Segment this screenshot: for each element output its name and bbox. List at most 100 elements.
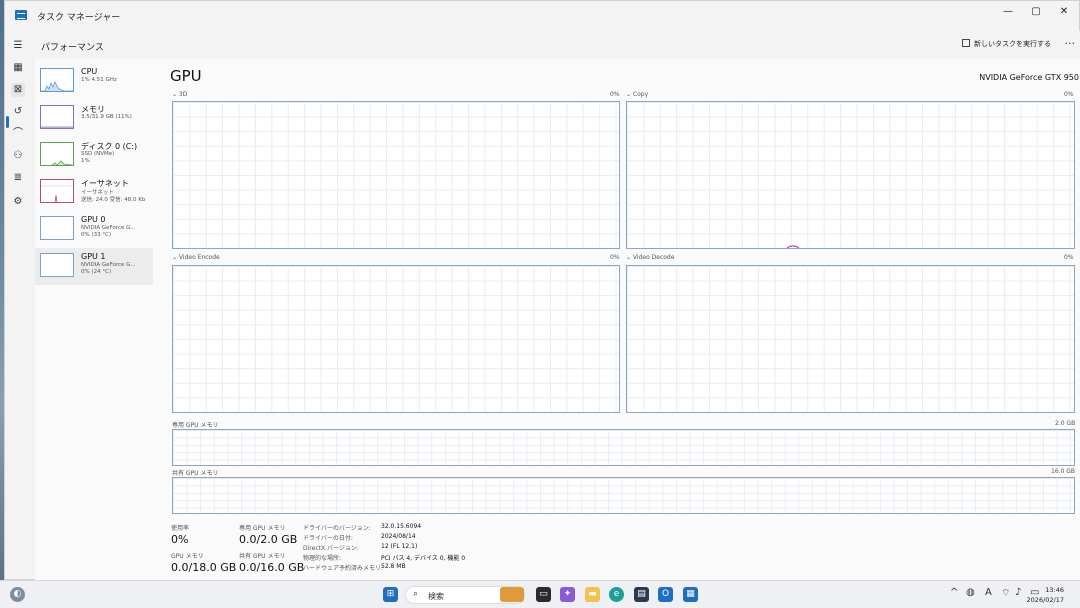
disk-thumbnail-graph: [40, 142, 74, 166]
ime-indicator[interactable]: A: [985, 587, 992, 598]
shared-memory-graph: [172, 477, 1075, 514]
gpu-stats: 使用率 0% GPU メモリ 0.0/18.0 GB 専用 GPU メモリ 0.…: [170, 523, 1080, 581]
task-manager-icon: [15, 10, 27, 20]
new-task-icon: [962, 39, 970, 47]
driver-date-label: ドライバーの日付:: [303, 535, 353, 542]
page-title: パフォーマンス: [41, 43, 104, 53]
location-label: 物理的な場所:: [303, 555, 342, 562]
device-ethernet[interactable]: イーサネット イーサネット 送信: 24.0 受信: 48.0 Kb: [35, 174, 153, 211]
device-name: CPU: [81, 67, 98, 76]
ethernet-thumbnail-graph: [40, 179, 74, 203]
device-detail: 3.5/31.9 GB (11%): [81, 114, 132, 120]
task-manager-taskbar-icon[interactable]: ▦: [683, 587, 698, 602]
edge-browser-icon[interactable]: e: [609, 587, 624, 602]
device-detail-2: 1%: [81, 158, 90, 164]
performance-icon[interactable]: ⊠: [11, 83, 25, 97]
cpu-thumbnail-graph: [40, 68, 74, 92]
graph-video-decode: [626, 265, 1075, 413]
volume-icon[interactable]: ♪: [1015, 587, 1021, 598]
graph-label-copy[interactable]: ⌄ Copy: [626, 91, 648, 98]
nav-rail: ☰ ▦ ⊠ ↺ ⌒ ⚇ ≣ ⚙: [5, 31, 31, 581]
device-detail-2: 0% (24 °C): [81, 269, 112, 275]
widgets-icon[interactable]: ◐: [10, 587, 25, 602]
clock-date: 2026/02/17: [1026, 596, 1064, 604]
device-detail: 1% 4.51 GHz: [81, 77, 117, 83]
task-manager-window: タスク マネージャー — ▢ ✕ ☰ ▦ ⊠ ↺ ⌒ ⚇ ≣ ⚙ パフォーマンス…: [4, 0, 1080, 581]
dedicated-memory-label: 専用 GPU メモリ: [172, 422, 219, 429]
reserved-memory-label: ハードウェア予約済みメモリ:: [303, 565, 384, 572]
window-title: タスク マネージャー: [37, 13, 121, 23]
location-value: PCI バス 4, デバイス 0, 機能 0: [381, 555, 466, 562]
shared-memory-max: 16.0 GB: [1051, 468, 1076, 475]
startup-apps-icon[interactable]: ⌒: [11, 127, 25, 141]
more-options-button[interactable]: ···: [1065, 37, 1076, 50]
device-cpu[interactable]: CPU 1% 4.51 GHz: [35, 63, 153, 100]
driver-version-value: 32.0.15.6094: [381, 523, 422, 530]
shared-memory-label: 共有 GPU メモリ: [172, 470, 219, 477]
users-icon[interactable]: ⚇: [11, 149, 25, 163]
show-hidden-icons-icon[interactable]: ^: [950, 587, 958, 598]
performance-content: CPU 1% 4.51 GHz メモリ 3.5/31.9 GB (11%) ディ…: [35, 59, 1080, 581]
gpu-detail-panel: GPU NVIDIA GeForce GTX 950 ⌄ 3D 0% ⌄ Cop…: [169, 59, 1079, 581]
device-memory[interactable]: メモリ 3.5/31.9 GB (11%): [35, 100, 153, 137]
device-detail: NVIDIA GeForce G...: [81, 262, 136, 268]
driver-date-value: 2024/08/14: [381, 533, 416, 540]
gpu0-thumbnail-graph: [40, 216, 74, 240]
copy-activity-blip: [786, 245, 800, 249]
file-explorer-icon[interactable]: ▬: [585, 587, 600, 602]
device-list: CPU 1% 4.51 GHz メモリ 3.5/31.9 GB (11%) ディ…: [35, 63, 153, 285]
device-detail-2: 送信: 24.0 受信: 48.0 Kb: [81, 197, 146, 203]
details-icon[interactable]: ≣: [11, 171, 25, 185]
minimize-button[interactable]: —: [995, 3, 1021, 21]
store-icon[interactable]: ▤: [634, 587, 649, 602]
close-button[interactable]: ✕: [1051, 3, 1077, 21]
dedicated-memory-max: 2.0 GB: [1055, 420, 1076, 427]
device-gpu-0[interactable]: GPU 0 NVIDIA GeForce G... 0% (33 °C): [35, 211, 153, 248]
services-icon[interactable]: ⚙: [11, 195, 25, 209]
graph-3d: [172, 101, 620, 249]
device-detail: SSD (NVMe): [81, 151, 115, 157]
device-disk[interactable]: ディスク 0 (C:) SSD (NVMe) 1%: [35, 137, 153, 174]
shared-value: 0.0/16.0 GB: [239, 561, 305, 574]
reserved-memory-value: 52.8 MB: [381, 563, 406, 570]
search-highlight-icon[interactable]: [500, 587, 524, 602]
wifi-icon[interactable]: ⌔: [1001, 587, 1010, 600]
taskbar-clock[interactable]: 13:46 2026/02/17: [1027, 585, 1064, 605]
network-status-icon[interactable]: ◍: [966, 587, 975, 598]
gpu-heading: GPU: [170, 67, 202, 85]
search-label: 検索: [428, 592, 444, 601]
copilot-icon[interactable]: ✦: [560, 587, 575, 602]
app-history-icon[interactable]: ↺: [11, 105, 25, 119]
clock-time: 13:46: [1045, 586, 1064, 594]
graph-max-video-decode: 0%: [1064, 254, 1074, 261]
memory-thumbnail-graph: [40, 105, 74, 129]
directx-label: DirectX バージョン:: [303, 545, 359, 552]
shared-label: 共有 GPU メモリ: [239, 553, 286, 560]
graph-label-3d[interactable]: ⌄ 3D: [172, 91, 187, 98]
driver-version-label: ドライバーのバージョン:: [303, 525, 371, 532]
page-header: パフォーマンス 新しいタスクを実行する ···: [31, 31, 1080, 59]
new-task-button[interactable]: 新しいタスクを実行する: [962, 39, 1051, 49]
dedicated-label: 専用 GPU メモリ: [239, 525, 286, 532]
dedicated-memory-graph: [172, 429, 1075, 466]
usage-label: 使用率: [171, 525, 190, 532]
graph-max-video-encode: 0%: [610, 254, 620, 261]
gpu-memory-value: 0.0/18.0 GB: [171, 561, 237, 574]
device-detail-2: 0% (33 °C): [81, 232, 112, 238]
search-icon: ⌕: [413, 589, 419, 599]
processes-icon[interactable]: ▦: [11, 61, 25, 75]
title-bar: タスク マネージャー — ▢ ✕: [5, 1, 1079, 31]
gpu-model-name: NVIDIA GeForce GTX 950: [979, 73, 1079, 82]
usage-value: 0%: [171, 533, 189, 546]
device-gpu-1[interactable]: GPU 1 NVIDIA GeForce G... 0% (24 °C): [35, 248, 153, 285]
graph-label-video-encode[interactable]: ⌄ Video Encode: [172, 254, 220, 261]
graph-label-video-decode[interactable]: ⌄ Video Decode: [626, 254, 674, 261]
task-view-icon[interactable]: ▭: [536, 587, 551, 602]
outlook-icon[interactable]: O: [658, 587, 673, 602]
graph-video-encode: [172, 265, 620, 413]
start-button-icon[interactable]: ⊞: [383, 587, 398, 602]
maximize-button[interactable]: ▢: [1023, 3, 1049, 21]
directx-value: 12 (FL 12.1): [381, 543, 418, 550]
graph-max-3d: 0%: [610, 91, 620, 98]
hamburger-menu-icon[interactable]: ☰: [11, 39, 25, 53]
